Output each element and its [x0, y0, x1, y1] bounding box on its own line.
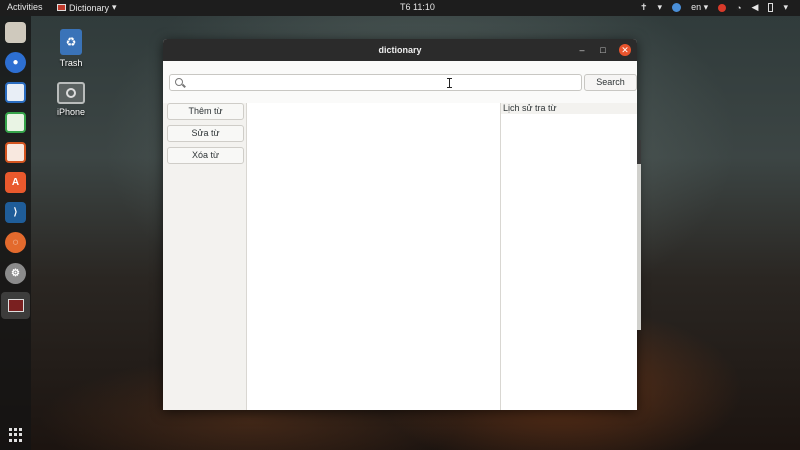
minimize-icon[interactable]: –	[577, 39, 587, 61]
record-icon[interactable]	[718, 3, 727, 12]
definition-pane[interactable]	[246, 103, 501, 410]
ubuntu-icon[interactable]: ◌	[5, 232, 26, 253]
chrome-icon[interactable]	[672, 3, 682, 12]
accessibility-icon[interactable]: ✝	[640, 2, 648, 13]
close-icon[interactable]: ✕	[619, 44, 631, 56]
activities-button[interactable]: Activities	[7, 2, 43, 12]
actions-panel: Thêm từ Sửa từ Xóa từ	[163, 103, 246, 410]
language-label: en	[691, 2, 702, 12]
history-list[interactable]	[501, 114, 637, 410]
dictionary-app-icon	[57, 4, 66, 11]
chevron-down-icon: ▾	[657, 2, 663, 12]
search-input[interactable]	[188, 76, 568, 89]
clock[interactable]: T6 11:10	[400, 2, 435, 12]
background-window-edge	[637, 140, 641, 330]
dictionary-app-icon[interactable]	[1, 292, 30, 319]
trash-label: Trash	[59, 58, 83, 68]
top-panel: Activities Dictionary ▾ T6 11:10 ✝ ▾ en …	[0, 0, 800, 16]
settings-icon[interactable]: ⚙	[5, 263, 26, 284]
history-title: Lịch sử tra từ	[501, 103, 637, 114]
calc-icon[interactable]	[5, 112, 26, 133]
app-menu-label: Dictionary	[69, 2, 110, 13]
search-button[interactable]: Search	[584, 74, 637, 91]
window-thumbnail-icon	[7, 299, 24, 312]
system-tray: ✝ ▾ en ▾ ◔ ◀ ▾	[640, 2, 788, 13]
chevron-down-icon[interactable]: ▾	[783, 2, 788, 13]
window-titlebar[interactable]: dictionary – □ ✕	[163, 39, 637, 61]
desktop-iphone[interactable]: iPhone	[46, 82, 96, 117]
battery-icon[interactable]	[768, 3, 774, 12]
files-icon[interactable]	[5, 22, 26, 43]
add-word-button[interactable]: Thêm từ	[167, 103, 244, 120]
iphone-label: iPhone	[56, 107, 86, 117]
writer-icon[interactable]	[5, 82, 26, 103]
edit-word-button[interactable]: Sửa từ	[167, 125, 244, 142]
search-field[interactable]	[169, 74, 582, 91]
language-indicator[interactable]: en ▾	[691, 2, 708, 13]
vscode-icon[interactable]: ⟩	[5, 202, 26, 223]
history-panel: Lịch sử tra từ	[501, 103, 637, 410]
chromium-icon[interactable]: ●	[5, 52, 26, 73]
app-menu[interactable]: Dictionary ▾	[57, 2, 117, 13]
impress-icon[interactable]	[5, 142, 26, 163]
desktop-trash[interactable]: ♻ Trash	[46, 29, 96, 68]
maximize-icon[interactable]: □	[598, 39, 608, 61]
mouse-cursor-icon	[447, 78, 452, 88]
camera-icon	[57, 82, 85, 104]
software-center-icon[interactable]: A	[5, 172, 26, 193]
search-icon	[175, 78, 183, 86]
window-title: dictionary	[378, 45, 422, 55]
trash-icon: ♻	[60, 29, 82, 55]
chevron-down-icon: ▾	[112, 2, 117, 12]
wifi-icon[interactable]: ◔	[736, 3, 741, 13]
dictionary-window: dictionary – □ ✕ Search Thêm từ Sửa từ X…	[163, 39, 637, 410]
volume-icon[interactable]: ◀	[752, 2, 759, 13]
app-grid-icon[interactable]	[9, 428, 23, 442]
delete-word-button[interactable]: Xóa từ	[167, 147, 244, 164]
search-row: Search	[163, 61, 637, 103]
background-window-edge-dark	[637, 140, 641, 164]
dock: ● A ⟩ ◌ ⚙	[0, 16, 31, 450]
